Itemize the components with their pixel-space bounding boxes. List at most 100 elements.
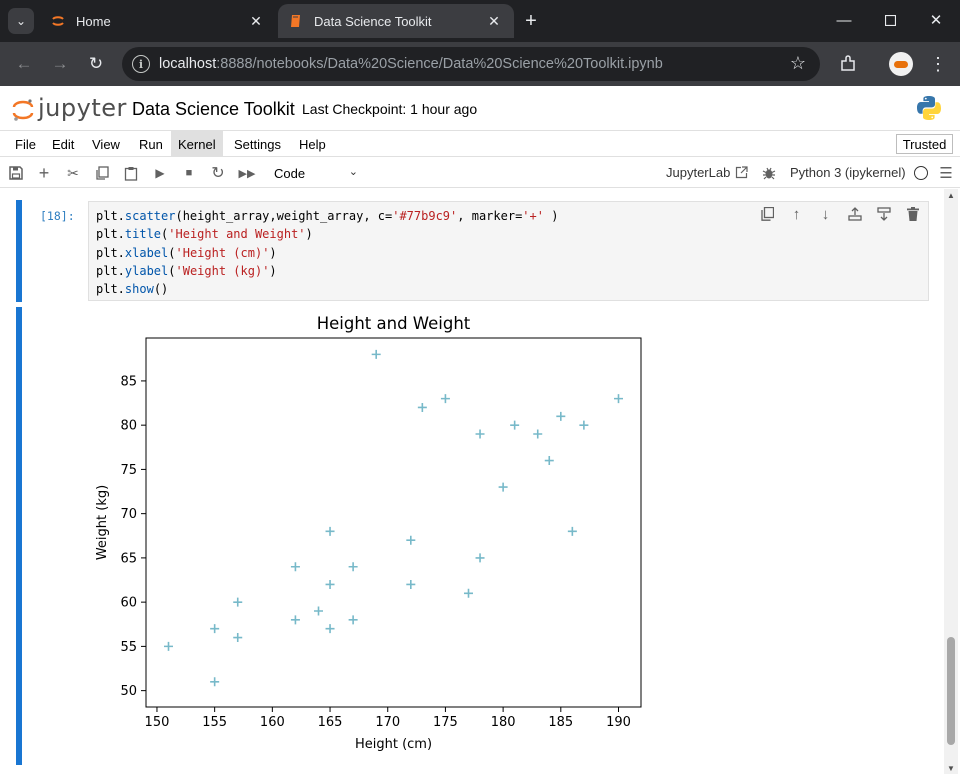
menu-help[interactable]: Help [292, 131, 333, 157]
minimize-button[interactable]: — [826, 6, 862, 34]
menu-view[interactable]: View [85, 131, 127, 157]
jupyter-tab-icon [52, 16, 64, 26]
jupyter-header: jupyter Data Science Toolkit Last Checkp… [0, 86, 960, 130]
avatar[interactable] [889, 52, 913, 76]
x-tick-label: 165 [318, 715, 343, 730]
x-tick-label: 150 [145, 715, 170, 730]
x-tick-label: 170 [375, 715, 400, 730]
fast-forward-icon: ▶▶ [238, 167, 256, 180]
insert-above-button[interactable] [840, 204, 869, 224]
insert-above-icon [847, 207, 862, 221]
browser-menu-button[interactable]: ⋮ [926, 50, 950, 78]
output-collapser[interactable] [16, 307, 22, 765]
stop-icon: ■ [185, 167, 193, 179]
y-tick-label: 80 [120, 419, 137, 434]
notebook-title[interactable]: Data Science Toolkit [132, 99, 295, 120]
insert-cell-button[interactable]: + [34, 163, 54, 183]
forward-button[interactable]: → [46, 50, 74, 78]
x-tick-label: 155 [202, 715, 227, 730]
menu-file[interactable]: File [8, 131, 43, 157]
x-tick-label: 160 [260, 715, 285, 730]
tab-search-button[interactable]: ⌄ [8, 8, 34, 34]
cut-button[interactable]: ✂ [63, 163, 83, 183]
back-icon: ← [15, 54, 33, 73]
restart-run-all-button[interactable]: ▶▶ [237, 163, 257, 183]
cell-type-select[interactable]: Code ⌄ [266, 162, 366, 184]
maximize-button[interactable] [872, 6, 908, 34]
notebook-toolbar: + ✂ ▶ ■ ↻ ▶▶ Code ⌄ JupyterLab Python 3 … [0, 158, 960, 188]
close-icon: ✕ [929, 12, 943, 29]
address-bar: ← → ↻ i localhost:8888/notebooks/Data%20… [0, 42, 960, 86]
url-text: localhost:8888/notebooks/Data%20Science/… [159, 56, 663, 72]
close-icon[interactable]: ✕ [484, 11, 504, 31]
duplicate-icon [761, 207, 774, 221]
cell-toolbar: ↑ ↓ [753, 204, 927, 224]
chart-title: Height and Weight [317, 314, 471, 333]
plot-frame [145, 337, 642, 708]
save-button[interactable] [6, 163, 26, 183]
star-icon[interactable]: ☆ [790, 53, 806, 74]
y-tick-label: 55 [120, 640, 137, 655]
insert-below-icon [876, 207, 891, 221]
x-axis-label: Height (cm) [355, 737, 432, 752]
open-in-jupyterlab-label[interactable]: JupyterLab [666, 165, 730, 180]
y-tick-label: 65 [120, 551, 137, 566]
menu-edit[interactable]: Edit [45, 131, 81, 157]
copy-button[interactable] [92, 163, 112, 183]
chevron-down-icon: ⌄ [15, 14, 27, 28]
extensions-button[interactable] [834, 50, 862, 78]
scroll-down-arrow[interactable]: ▼ [944, 762, 958, 774]
run-icon: ▶ [155, 166, 165, 180]
close-window-button[interactable]: ✕ [918, 6, 954, 34]
menu-settings[interactable]: Settings [227, 131, 288, 157]
maximize-icon [884, 14, 896, 26]
new-tab-button[interactable]: + [518, 9, 544, 33]
debugger-icon[interactable] [762, 166, 776, 180]
run-button[interactable]: ▶ [150, 163, 170, 183]
external-link-icon[interactable] [735, 166, 748, 179]
restart-icon: ↻ [211, 165, 225, 182]
jupyter-wordmark: jupyter [38, 94, 127, 122]
duplicate-cell-button[interactable] [753, 204, 782, 224]
plus-icon: + [525, 9, 537, 32]
url-input[interactable]: i localhost:8888/notebooks/Data%20Scienc… [122, 47, 820, 81]
back-button[interactable]: ← [10, 50, 38, 78]
restart-button[interactable]: ↻ [208, 163, 228, 183]
toolbar-more-button[interactable]: ☰ [936, 163, 956, 183]
tab-title: Home [76, 13, 111, 29]
insert-below-button[interactable] [869, 204, 898, 224]
interrupt-button[interactable]: ■ [179, 163, 199, 183]
copy-icon [96, 166, 109, 180]
move-up-button[interactable]: ↑ [782, 204, 811, 224]
cut-icon: ✂ [67, 164, 79, 181]
tab-data-science-toolkit[interactable]: Data Science Toolkit ✕ [278, 4, 514, 38]
menu-kernel[interactable]: Kernel [171, 131, 223, 157]
y-tick-label: 85 [120, 374, 137, 389]
site-info-icon[interactable]: i [132, 55, 150, 73]
kernel-name[interactable]: Python 3 (ipykernel) [790, 165, 906, 180]
move-up-icon: ↑ [792, 205, 801, 223]
paste-button[interactable] [121, 163, 141, 183]
input-prompt: [18]: [40, 209, 75, 223]
notebook-scrollbar[interactable]: ▲ ▼ [944, 189, 958, 774]
scroll-thumb[interactable] [947, 637, 955, 745]
paste-icon [124, 166, 138, 181]
menu-run[interactable]: Run [132, 131, 170, 157]
delete-icon [906, 207, 919, 221]
input-collapser[interactable] [16, 200, 22, 302]
menu-bar: File Edit View Run Kernel Settings Help … [0, 130, 960, 157]
jupyter-logo[interactable]: jupyter [12, 94, 127, 124]
reload-button[interactable]: ↻ [82, 50, 110, 78]
delete-cell-button[interactable] [898, 204, 927, 224]
tab-home[interactable]: Home ✕ [40, 4, 276, 38]
notebook-tab-icon [291, 15, 300, 27]
code-line: plt.title('Height and Weight') [96, 227, 313, 242]
trusted-indicator[interactable]: Trusted [896, 134, 953, 154]
chevron-down-icon: ⌄ [348, 166, 358, 178]
move-down-button[interactable]: ↓ [811, 204, 840, 224]
close-icon[interactable]: ✕ [246, 11, 266, 31]
scroll-up-arrow[interactable]: ▲ [944, 189, 958, 201]
cell-type-value: Code [274, 165, 306, 181]
y-axis-label: Weight (kg) [95, 485, 110, 560]
browser-tab-bar: ⌄ Home ✕ Data Science Toolkit ✕ + — ✕ [0, 0, 960, 42]
